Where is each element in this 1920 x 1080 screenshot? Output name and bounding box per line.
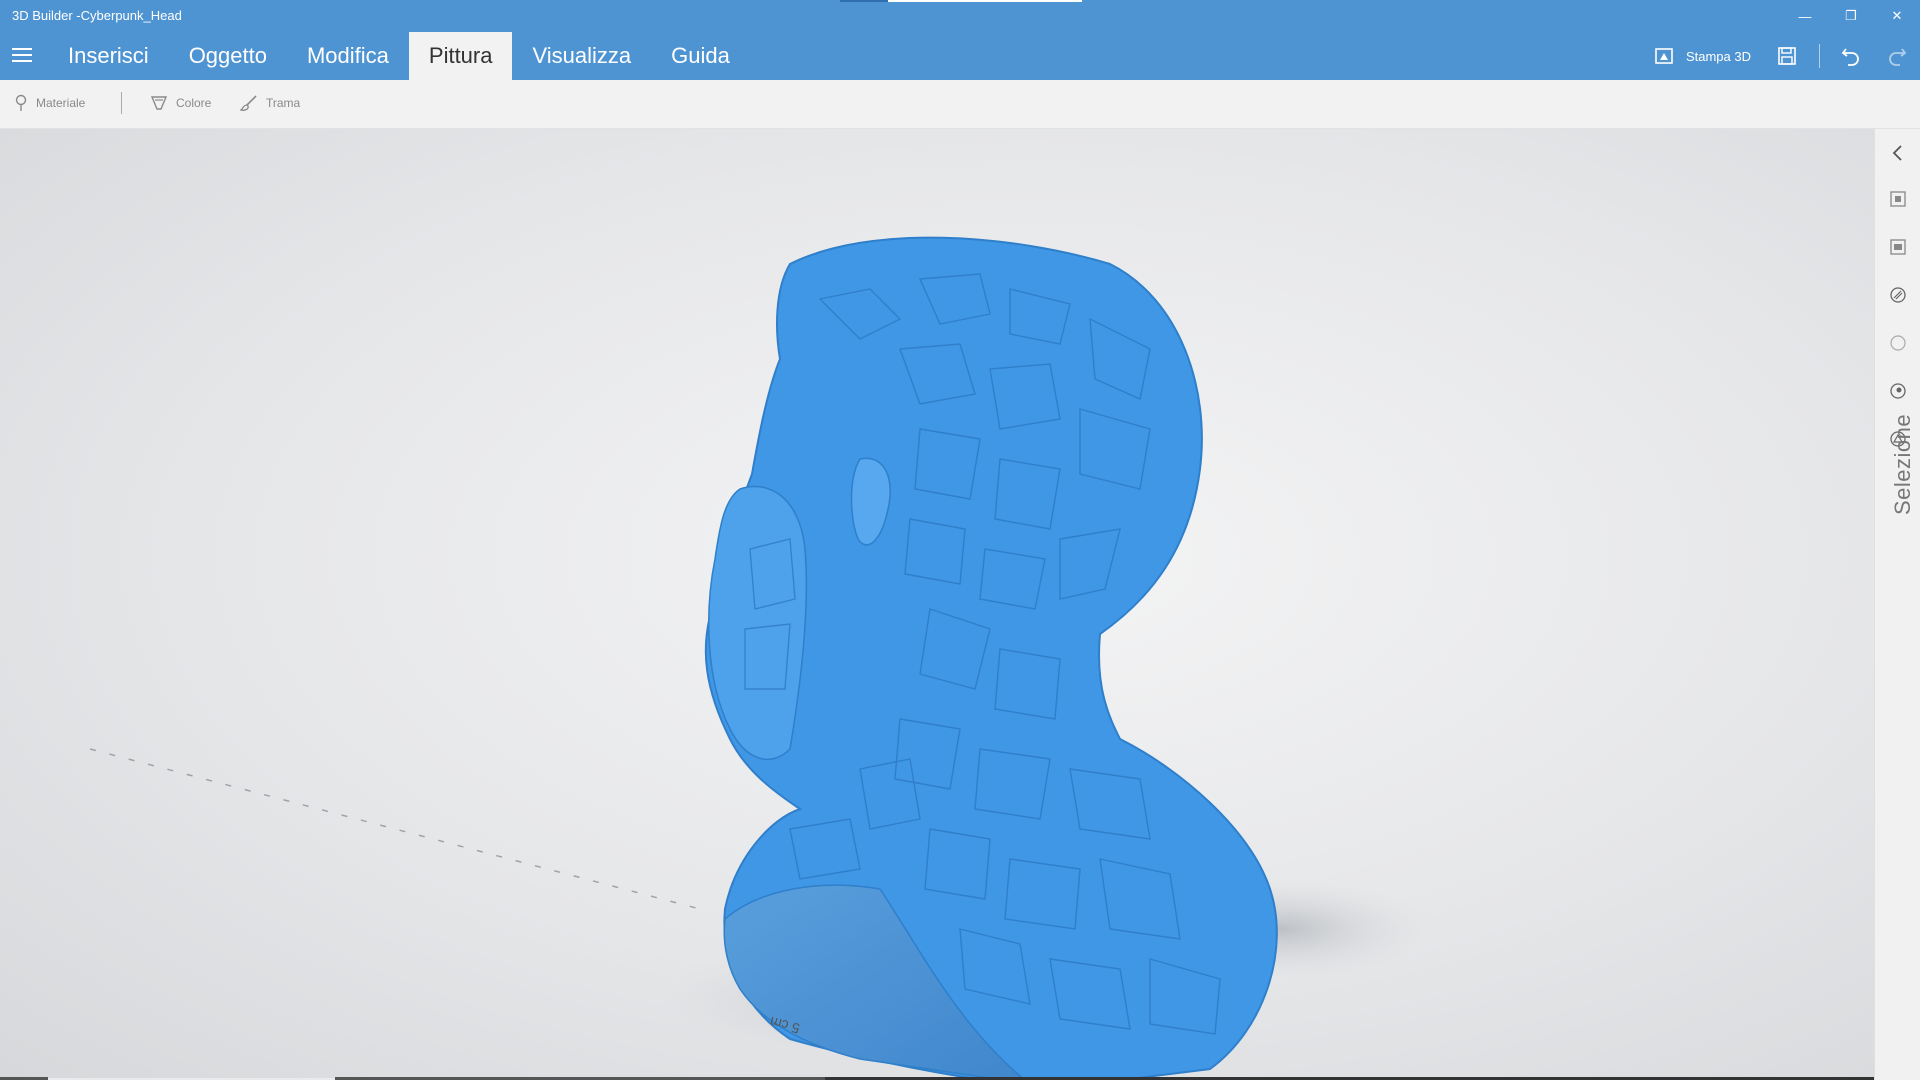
redo-button[interactable] bbox=[1886, 45, 1908, 67]
material-dropper-icon bbox=[15, 94, 27, 111]
ribbon-tabs: Inserisci Oggetto Modifica Pittura Visua… bbox=[48, 32, 750, 80]
save-icon bbox=[1778, 47, 1796, 65]
save-button[interactable] bbox=[1777, 46, 1797, 66]
select-vertex-button[interactable] bbox=[1886, 379, 1910, 403]
minimize-button[interactable]: — bbox=[1782, 2, 1828, 30]
model-cyberpunk-head[interactable] bbox=[704, 236, 1278, 1078]
grid-axis-line bbox=[89, 748, 701, 910]
texture-button[interactable]: Trama bbox=[240, 94, 300, 112]
title-bar: 3D Builder -Cyberpunk_Head — ❐ ✕ Inseris… bbox=[0, 0, 1920, 80]
select-mesh-button[interactable] bbox=[1886, 283, 1910, 307]
select-object-button[interactable] bbox=[1886, 187, 1910, 211]
window-title: 3D Builder -Cyberpunk_Head bbox=[12, 8, 182, 23]
toolbar-separator bbox=[121, 92, 122, 114]
tab-inserisci[interactable]: Inserisci bbox=[48, 32, 169, 80]
header-tools: Stampa 3D bbox=[1654, 32, 1920, 80]
tab-guida[interactable]: Guida bbox=[651, 32, 750, 80]
material-button[interactable]: Materiale bbox=[14, 94, 85, 112]
paint-toolbar: Materiale Colore Trama bbox=[0, 80, 1920, 129]
header-separator bbox=[1819, 44, 1820, 68]
tab-oggetto[interactable]: Oggetto bbox=[169, 32, 287, 80]
scene-canvas: 5 cm bbox=[89, 236, 1430, 1078]
tab-modifica[interactable]: Modifica bbox=[287, 32, 409, 80]
close-button[interactable]: ✕ bbox=[1874, 2, 1920, 30]
select-group-button[interactable] bbox=[1886, 235, 1910, 259]
select-object-icon bbox=[1890, 191, 1906, 207]
printer-3d-icon bbox=[1655, 48, 1673, 64]
progress-indicator bbox=[840, 0, 888, 2]
panel-collapse-button[interactable] bbox=[1886, 141, 1910, 165]
selection-panel-label: Selezione bbox=[1890, 413, 1915, 515]
collapse-chevron-icon bbox=[1892, 145, 1902, 161]
print-3d-label: Stampa 3D bbox=[1685, 48, 1751, 64]
select-face-icon bbox=[1890, 335, 1906, 351]
restore-button[interactable]: ❐ bbox=[1828, 2, 1874, 30]
select-vertex-icon bbox=[1890, 383, 1906, 399]
paint-bucket-icon bbox=[150, 96, 168, 110]
hamburger-menu-icon[interactable] bbox=[10, 44, 34, 68]
color-label: Colore bbox=[176, 96, 212, 110]
brush-icon bbox=[240, 95, 257, 111]
progress-indicator-track bbox=[888, 0, 1082, 2]
select-group-icon bbox=[1890, 239, 1906, 255]
texture-label: Trama bbox=[266, 96, 301, 110]
print-3d-button[interactable]: Stampa 3D bbox=[1654, 46, 1751, 66]
undo-icon bbox=[1841, 48, 1859, 66]
select-mesh-icon bbox=[1890, 287, 1906, 303]
tab-visualizza[interactable]: Visualizza bbox=[512, 32, 651, 80]
tab-pittura[interactable]: Pittura bbox=[408, 32, 513, 80]
redo-icon bbox=[1889, 48, 1907, 66]
material-label: Materiale bbox=[36, 96, 86, 110]
3d-viewport[interactable]: 5 cm bbox=[0, 129, 1874, 1078]
undo-button[interactable] bbox=[1840, 45, 1862, 67]
select-face-button[interactable] bbox=[1886, 331, 1910, 355]
selection-side-panel bbox=[1874, 129, 1920, 1080]
color-button[interactable]: Colore bbox=[150, 94, 211, 112]
